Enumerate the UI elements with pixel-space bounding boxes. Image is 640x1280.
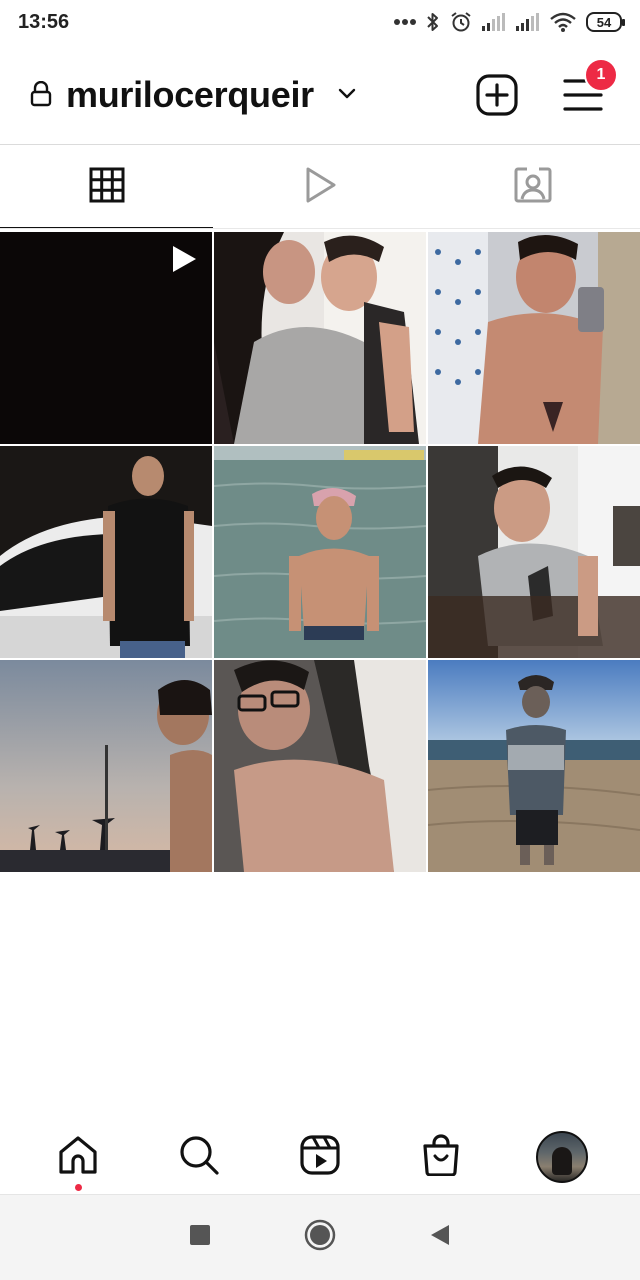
alarm-icon [450,11,472,33]
post-thumbnail[interactable] [0,232,212,444]
signal-icon [482,13,506,31]
signal-icon [516,13,540,31]
posts-grid [0,232,640,872]
system-nav-bar [0,1195,640,1280]
reel-play-icon [170,244,198,279]
chevron-down-icon[interactable] [337,86,357,105]
post-thumbnail[interactable] [428,660,640,872]
tabs-divider [0,228,640,229]
post-thumbnail[interactable] [214,232,426,444]
home-icon [57,1134,99,1181]
post-thumbnail[interactable] [214,660,426,872]
tagged-person-icon [513,165,553,210]
nav-home[interactable] [48,1127,108,1191]
battery-icon: 54 [586,12,625,32]
bottom-nav [0,1120,640,1194]
activity-dot [75,1184,83,1191]
profile-username[interactable]: murilocerqueir [66,74,314,116]
post-thumbnail[interactable] [428,446,640,658]
profile-avatar [535,1131,588,1183]
nav-profile[interactable] [532,1127,592,1187]
post-thumbnail[interactable] [214,446,426,658]
reels-icon [299,1134,341,1181]
notification-badge: 1 [584,58,618,92]
shop-bag-icon [421,1133,461,1181]
nav-shop[interactable] [411,1127,471,1187]
status-icons: 54 [394,11,625,33]
post-thumbnail[interactable] [0,660,212,872]
tab-tagged[interactable] [427,145,640,229]
wifi-icon [550,12,576,32]
post-thumbnail[interactable] [428,232,640,444]
plus-square-icon[interactable] [476,74,518,121]
home-button[interactable] [295,1213,345,1263]
search-icon [178,1134,220,1181]
grid-icon [89,167,125,208]
status-time: 13:56 [18,10,70,33]
tab-posts-grid[interactable] [0,145,214,229]
status-bar: 13:56 54 [0,0,640,44]
back-button[interactable] [415,1213,465,1263]
nav-search[interactable] [169,1127,229,1187]
post-thumbnail[interactable] [0,446,212,658]
recents-button[interactable] [175,1213,225,1263]
nav-reels[interactable] [290,1127,350,1187]
battery-level: 54 [596,14,612,30]
home-circle-icon [304,1219,336,1256]
back-triangle-icon [429,1223,451,1252]
reels-play-icon [302,165,338,210]
profile-tabs [0,145,640,229]
lock-icon [30,80,52,112]
recents-square-icon [189,1224,211,1251]
profile-header: murilocerqueir 1 [0,44,640,144]
tab-reels[interactable] [213,145,426,229]
more-dots-icon [394,18,416,26]
bluetooth-icon [426,12,440,32]
